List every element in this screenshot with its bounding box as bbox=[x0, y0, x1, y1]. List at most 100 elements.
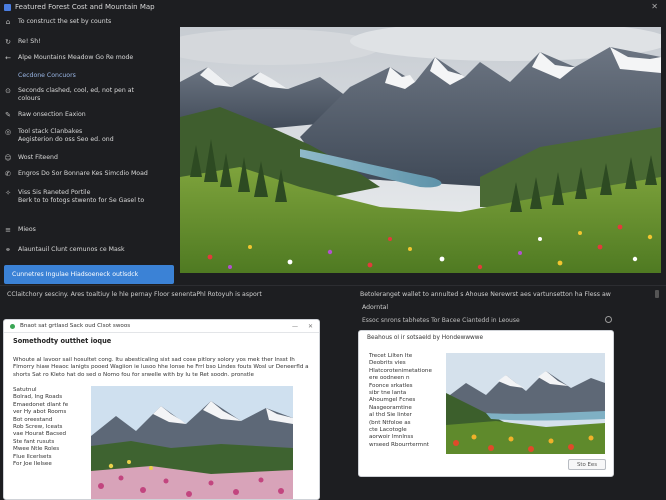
sidebar-item[interactable]: ✧ Viss Sis Raneted Portile Berk to to foto… bbox=[4, 189, 176, 205]
list-item: ver Hy abot Rooms bbox=[13, 409, 67, 416]
sidebar-item-label: Mieos bbox=[18, 226, 36, 234]
list-item: Satutnul bbox=[13, 387, 37, 393]
sidebar-item-line: Alauntauil Clunt cemunos ce Mask bbox=[18, 246, 125, 253]
sidebar-item-line: Raw onsection Eaxion bbox=[18, 111, 86, 118]
sidebar-item[interactable]: ≡ Mieos bbox=[4, 226, 176, 234]
preview-text-line: Hlatcorotenimetatione bbox=[369, 367, 432, 374]
sidebar-item-label: Alpe Mountains Meadow Go Re mode bbox=[18, 54, 133, 62]
preview-text-line: Ahoumgel Fcnes bbox=[369, 397, 416, 404]
title-bar: Featured Forest Cost and Mountain Map ✕ bbox=[0, 0, 666, 14]
sidebar-item[interactable]: ⌂ To construct the set by counts bbox=[4, 18, 176, 26]
card-actions: — ✕ bbox=[292, 323, 313, 330]
list-item: Emaedonet dlant fe bbox=[13, 401, 69, 408]
section-divider bbox=[0, 285, 666, 286]
preview-text-line: sibr tne lanta bbox=[369, 390, 407, 397]
sidebar-item-label: Re! Sh! bbox=[18, 38, 41, 46]
hero-image bbox=[180, 27, 661, 273]
sidebar-item-label: Alauntauil Clunt cemunos ce Mask bbox=[18, 246, 125, 254]
sidebar-item[interactable]: ✆ Engros Do Sor Bonnare Kes Simcdio Moad bbox=[4, 170, 176, 178]
sidebar-item-label: To construct the set by counts bbox=[18, 18, 111, 26]
right-panel-subline: Essoc snrons tabhetes Tor Bacee Ciantedd… bbox=[362, 317, 520, 324]
list-item: Flue Ilcerlsets bbox=[13, 453, 52, 460]
app-icon bbox=[4, 3, 11, 11]
refresh-icon: ↻ bbox=[5, 38, 11, 46]
phone-icon: ✆ bbox=[5, 170, 11, 178]
sidebar-section-marker bbox=[4, 72, 12, 80]
list-item: Bolrad, Ing Roads bbox=[13, 394, 63, 401]
primary-action-button[interactable]: Cunnetres Ingulae Hiadsoeneck outlsdck bbox=[4, 265, 174, 284]
card-toolbar-text: Bnaot sat grtlasd Sack oud Clsot swoos bbox=[20, 323, 131, 329]
preview-text-line: al thd Sie Iinter bbox=[369, 412, 412, 419]
sidebar-item[interactable]: ⊙ Seconds clashed, cool, ed, not pen at co… bbox=[4, 87, 176, 103]
preview-text-line: ere oodneen n bbox=[369, 375, 410, 382]
user-icon: ☺ bbox=[4, 154, 12, 162]
target-icon: ◎ bbox=[4, 128, 12, 136]
preview-text: Trecet Lilten Ite Deobrits vies Hlatcorote… bbox=[369, 353, 445, 449]
sidebar-item-line: Berk to to fotogs stwento for Se Gasel t… bbox=[18, 197, 145, 204]
mountain-meadow-photo bbox=[180, 27, 661, 273]
right-caption: Betoleranget wallet to annulted s Ahouse… bbox=[360, 291, 611, 298]
left-caption: CClaitchory sesciny. Ares toaltiuy le hl… bbox=[7, 291, 262, 298]
flower-valley-photo bbox=[91, 386, 293, 499]
link-icon: ⚭ bbox=[5, 246, 11, 254]
card-image bbox=[91, 386, 293, 499]
list-item: For Joe Ilelsee bbox=[13, 461, 52, 468]
window-title: Featured Forest Cost and Mountain Map bbox=[15, 3, 155, 11]
article-card: Bnaot sat grtlasd Sack oud Clsot swoos —… bbox=[3, 319, 320, 500]
preview-heading: Beahous ol ir sotsaeld by Hondewwwwe bbox=[367, 335, 484, 341]
sidebar-item-line: Re! Sh! bbox=[18, 38, 41, 45]
list-item: vae Hourat Bacsed bbox=[13, 431, 67, 438]
sidebar-item-label: Seconds clashed, cool, ed, not pen at col… bbox=[18, 87, 134, 103]
minimize-icon[interactable]: — bbox=[292, 323, 298, 330]
preview-text-line: aorwoir lmnlnss bbox=[369, 434, 414, 441]
right-panel-label: Adorntal bbox=[362, 304, 389, 311]
preview-text-line: (bnt Ntfoloe as bbox=[369, 419, 411, 426]
sidebar-item[interactable]: ☺ Wost Fiteend bbox=[4, 154, 176, 162]
sidebar-item-line: Alpe Mountains Meadow Go Re mode bbox=[18, 54, 134, 61]
preview-action-button[interactable]: Sto Ees bbox=[568, 459, 606, 470]
layers-icon: ≡ bbox=[5, 226, 11, 234]
sidebar-item-label: Raw onsection Eaxion bbox=[18, 111, 86, 119]
sidebar-item[interactable]: ⚭ Alauntauil Clunt cemunos ce Mask bbox=[4, 246, 176, 254]
sidebar-item-line: Viss Sis Raneted Portile bbox=[18, 189, 91, 196]
edit-icon: ✎ bbox=[5, 111, 11, 119]
menu-icon: ⌂ bbox=[5, 18, 11, 26]
sidebar: ⌂ To construct the set by counts ↻ Re! Sh! ←… bbox=[0, 14, 180, 290]
sidebar-item[interactable]: ✎ Raw onsection Eaxion bbox=[4, 111, 176, 119]
sidebar-item[interactable]: Cecdone Concuors bbox=[4, 72, 176, 80]
sidebar-item-line: Mieos bbox=[18, 226, 36, 233]
list-item: Mwee Ntle Roles bbox=[13, 446, 60, 453]
scrollbar-thumb[interactable] bbox=[655, 290, 659, 298]
preview-text-line: cte Lacotogle bbox=[369, 427, 407, 434]
lake-meadow-photo bbox=[446, 353, 605, 454]
sidebar-item[interactable]: ← Alpe Mountains Meadow Go Re mode bbox=[4, 54, 176, 62]
card-description: Whoute al lavoor sail hosultet cong. Itu… bbox=[13, 357, 309, 378]
sidebar-item[interactable]: ↻ Re! Sh! bbox=[4, 38, 176, 46]
sidebar-item[interactable]: ◎ Tool stack Clanbakes Aegisterion do oss … bbox=[4, 128, 176, 144]
spark-icon: ✧ bbox=[5, 189, 11, 197]
list-item: Ste fant rusuts bbox=[13, 438, 55, 445]
card-toolbar: Bnaot sat grtlasd Sack oud Clsot swoos —… bbox=[4, 320, 319, 333]
sidebar-item-line: To construct the set by counts bbox=[18, 18, 112, 25]
preview-text-line: Foonce srkatles bbox=[369, 382, 413, 389]
list-item: Bot oreestand bbox=[13, 416, 53, 423]
sidebar-item-line: Wost Fiteend bbox=[18, 154, 58, 161]
preview-text-line: wrseed Rbourrtermnt bbox=[369, 441, 429, 448]
card-list: Satutnul Bolrad, Ing Roads Emaedonet dlant… bbox=[13, 387, 85, 468]
sidebar-item-line: colours bbox=[18, 95, 41, 102]
info-icon: ⊙ bbox=[5, 87, 11, 95]
back-icon: ← bbox=[5, 54, 11, 62]
settings-dot-icon[interactable] bbox=[605, 316, 612, 323]
sidebar-item-line: Seconds clashed, cool, ed, not pen at bbox=[18, 87, 134, 94]
sidebar-item-label: Engros Do Sor Bonnare Kes Simcdio Moad bbox=[18, 170, 148, 178]
preview-text-line: Nasgeoramtine bbox=[369, 404, 412, 411]
sidebar-item-line: Aegisterion do oss Seo ed. ond bbox=[18, 136, 114, 143]
preview-text-line: Trecet Lilten Ite bbox=[369, 353, 413, 359]
preview-action-label: Sto Ees bbox=[576, 461, 598, 468]
preview-card: Beahous ol ir sotsaeld by Hondewwwwe Tre… bbox=[358, 330, 614, 477]
status-dot-icon bbox=[10, 323, 15, 329]
close-card-icon[interactable]: ✕ bbox=[308, 323, 313, 330]
close-icon[interactable]: ✕ bbox=[651, 2, 658, 11]
sidebar-item-line: Cecdone Concuors bbox=[18, 72, 76, 79]
sidebar-item-line: Tool stack Clanbakes bbox=[18, 128, 83, 135]
